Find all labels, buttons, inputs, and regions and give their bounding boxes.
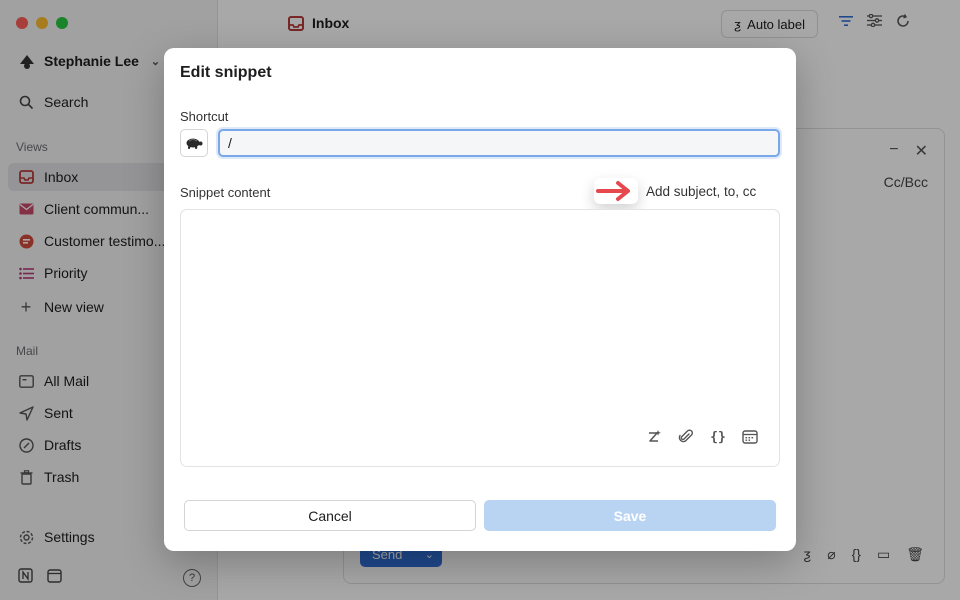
- cancel-button[interactable]: Cancel: [184, 500, 476, 531]
- shortcut-label: Shortcut: [180, 109, 229, 124]
- hint-arrow: [594, 178, 638, 204]
- dialog-title: Edit snippet: [180, 64, 272, 81]
- snippet-content-label: Snippet content: [180, 185, 271, 200]
- arrow-right-icon: [596, 181, 630, 201]
- edit-snippet-dialog: Edit snippet Shortcut Snippet content Ad…: [164, 48, 796, 551]
- paperclip-icon[interactable]: [677, 428, 695, 446]
- save-button[interactable]: Save: [484, 500, 776, 531]
- variables-braces-icon[interactable]: {}: [709, 428, 727, 446]
- snippet-content-editor[interactable]: {}: [180, 209, 780, 467]
- emoji-picker-button[interactable]: [180, 129, 208, 157]
- add-subject-to-cc-link[interactable]: Add subject, to, cc: [646, 184, 756, 199]
- shortcut-input[interactable]: [218, 129, 780, 157]
- calendar-icon[interactable]: [741, 428, 759, 446]
- turtle-icon: [186, 138, 203, 149]
- ai-icon[interactable]: [645, 428, 663, 446]
- snippet-content-toolbar: {}: [645, 428, 759, 446]
